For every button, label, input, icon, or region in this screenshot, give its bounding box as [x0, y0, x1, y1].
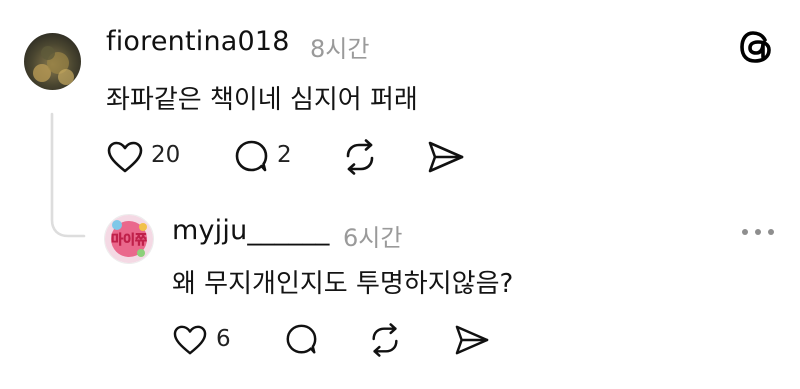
- heart-icon: [173, 325, 207, 355]
- share-button[interactable]: [427, 140, 465, 174]
- repost-icon: [372, 323, 398, 357]
- repost-icon: [346, 139, 374, 175]
- thread-connector: [50, 112, 86, 238]
- like-button[interactable]: [106, 140, 144, 174]
- reply-like-count: 6: [216, 326, 231, 352]
- avatar-fiorentina018[interactable]: [24, 33, 81, 90]
- avatar-logo-text: 마이쮸: [111, 232, 147, 248]
- post-username[interactable]: fiorentina018: [106, 26, 290, 57]
- reply-timestamp: 6시간: [343, 224, 403, 252]
- like-count: 20: [151, 142, 181, 168]
- more-horizontal-icon: [742, 229, 774, 235]
- reply-count: 2: [277, 142, 292, 168]
- send-icon: [455, 325, 489, 355]
- comment-bubble-icon: [286, 324, 317, 354]
- more-options-button[interactable]: [740, 224, 776, 240]
- post-timestamp: 8시간: [310, 35, 370, 63]
- reply-share-button[interactable]: [454, 324, 490, 356]
- comment-bubble-icon: [235, 140, 268, 172]
- reply-like-button[interactable]: [172, 324, 208, 356]
- reply-text: 왜 무지개인지도 투명하지않음?: [172, 269, 514, 299]
- comment-button[interactable]: [232, 139, 270, 175]
- reply-repost-button[interactable]: [367, 323, 403, 357]
- avatar-myjju[interactable]: 마이쮸: [104, 214, 154, 264]
- threads-logo-icon[interactable]: [738, 29, 774, 65]
- heart-icon: [107, 141, 143, 173]
- repost-button[interactable]: [341, 139, 379, 175]
- post-text: 좌파같은 책이네 심지어 퍼래: [106, 85, 418, 115]
- send-icon: [428, 141, 464, 173]
- reply-comment-button[interactable]: [283, 323, 319, 357]
- reply-username[interactable]: myjju______: [172, 215, 330, 246]
